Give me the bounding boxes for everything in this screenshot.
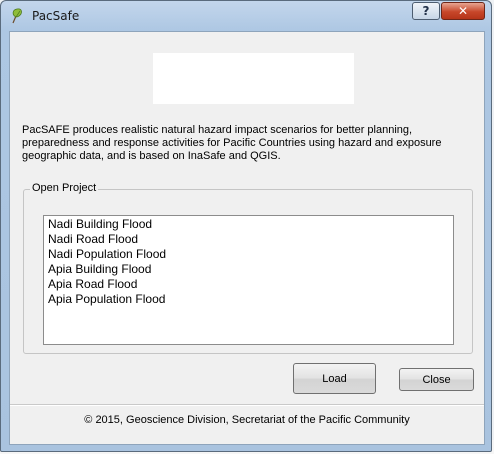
list-item[interactable]: Nadi Building Flood	[44, 217, 453, 232]
open-project-group-title: Open Project	[30, 182, 99, 194]
list-item[interactable]: Apia Population Flood	[44, 292, 453, 307]
qgis-leaf-icon	[10, 8, 24, 24]
list-item[interactable]: Nadi Population Flood	[44, 247, 453, 262]
logo-placeholder	[153, 53, 354, 104]
close-x-icon: ✕	[457, 4, 469, 18]
project-list[interactable]: Nadi Building Flood Nadi Road Flood Nadi…	[43, 215, 454, 345]
help-button[interactable]: ?	[412, 2, 440, 20]
title-bar[interactable]: PacSafe ? ✕	[1, 1, 491, 31]
window-close-button[interactable]: ✕	[441, 2, 485, 20]
list-item[interactable]: Nadi Road Flood	[44, 232, 453, 247]
footer-divider	[10, 404, 484, 406]
list-item[interactable]: Apia Building Flood	[44, 262, 453, 277]
pacsafe-dialog-window: PacSafe ? ✕ PacSAFE produces realistic n…	[0, 0, 492, 452]
window-title: PacSafe	[32, 9, 80, 23]
dialog-client-area: PacSAFE produces realistic natural hazar…	[9, 31, 485, 445]
list-item[interactable]: Apia Road Flood	[44, 277, 453, 292]
description-text: PacSAFE produces realistic natural hazar…	[22, 124, 442, 162]
load-button[interactable]: Load	[293, 363, 376, 394]
open-project-group: Open Project Nadi Building Flood Nadi Ro…	[23, 182, 473, 354]
close-button[interactable]: Close	[399, 368, 474, 391]
question-mark-icon: ?	[422, 4, 430, 18]
copyright-footer: © 2015, Geoscience Division, Secretariat…	[84, 414, 410, 426]
